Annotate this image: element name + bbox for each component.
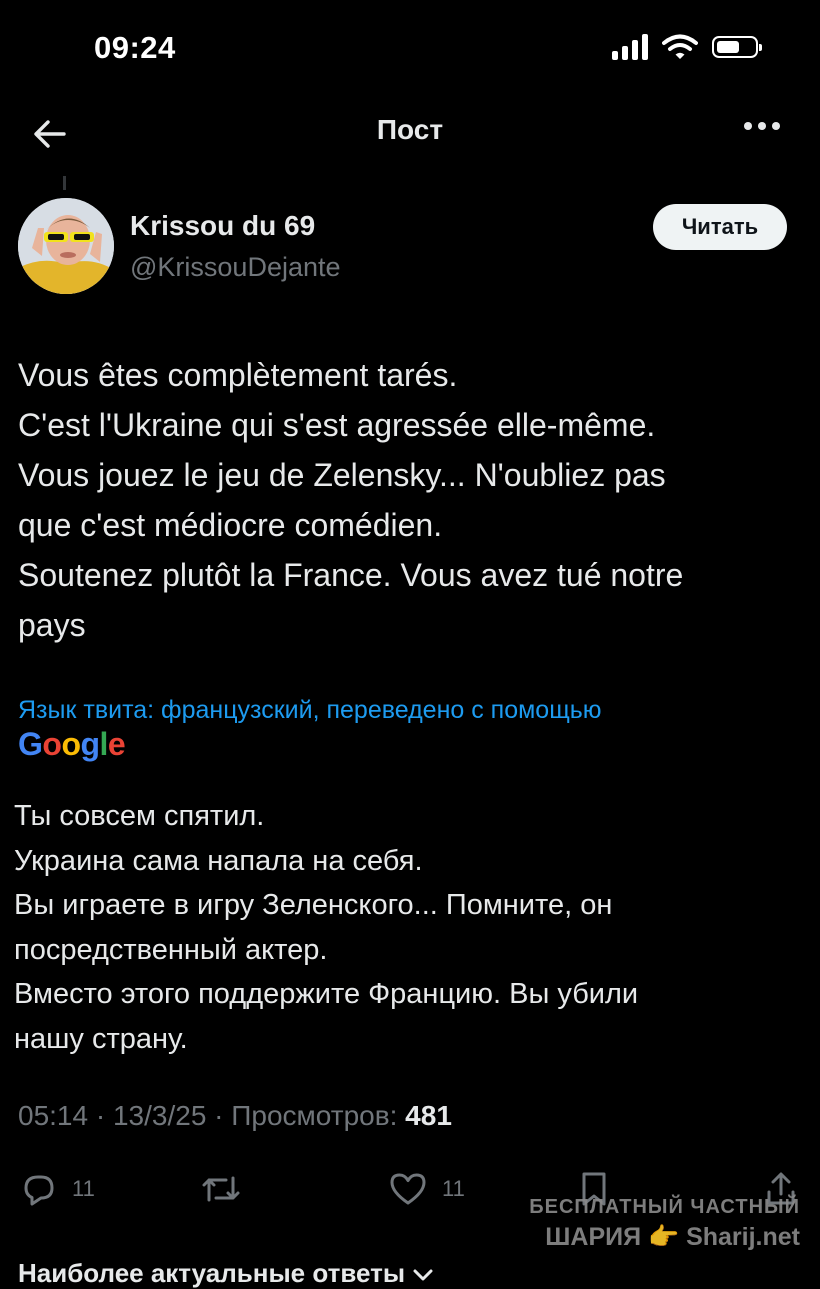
watermark-line-1: БЕСПЛАТНЫЙ ЧАСТНЫЙ xyxy=(529,1196,800,1218)
tweet-line: Vous jouez le jeu de Zelensky... N'oubli… xyxy=(18,457,666,493)
google-logo-letter: o xyxy=(61,726,81,762)
tweet-line: Vous êtes complètement tarés. xyxy=(18,357,458,393)
author-name[interactable]: Krissou du 69 xyxy=(130,210,315,242)
google-logo-letter: l xyxy=(99,726,109,762)
retweet-icon xyxy=(202,1176,240,1202)
tweet-line: C'est l'Ukraine qui s'est agressée elle-… xyxy=(18,407,656,443)
like-count: 11 xyxy=(442,1176,465,1201)
tweet-meta: 05:14 · 13/3/25 · Просмотров: 481 xyxy=(18,1100,452,1131)
views-count[interactable]: 481 xyxy=(405,1100,452,1131)
more-dots-icon xyxy=(744,122,752,130)
chevron-down-icon xyxy=(413,1269,433,1281)
translated-text: Ты совсем спятил. Украина сама напала на… xyxy=(14,794,810,1061)
translated-line: Украина сама напала на себя. xyxy=(14,844,423,877)
translated-line: Вместо этого поддержите Францию. Вы убил… xyxy=(14,978,639,1010)
translated-line: Вы играете в игру Зеленского... Помните,… xyxy=(14,889,613,921)
more-options-button[interactable] xyxy=(744,122,780,130)
replies-sort-dropdown[interactable]: Наиболее актуальные ответы xyxy=(18,1258,434,1289)
translated-line: Ты совсем спятил. xyxy=(14,800,265,832)
page-title: Пост xyxy=(376,114,444,145)
tweet-date[interactable]: 13/3/25 xyxy=(113,1100,206,1131)
battery-icon xyxy=(712,36,762,58)
google-logo: Google xyxy=(18,726,126,763)
thread-connector xyxy=(63,176,66,190)
tweet-text: Vous êtes complètement tarés. C'est l'Uk… xyxy=(18,350,808,650)
tweet-time[interactable]: 05:14 xyxy=(18,1100,88,1131)
wifi-icon xyxy=(662,34,698,59)
status-bar: 09:24 xyxy=(0,0,820,100)
avatar[interactable] xyxy=(18,198,114,294)
reply-icon xyxy=(24,1175,54,1206)
reply-button[interactable]: 11 xyxy=(20,1170,95,1208)
replies-sort-label: Наиболее актуальные ответы xyxy=(18,1258,406,1288)
retweet-button[interactable] xyxy=(200,1170,242,1208)
like-button[interactable]: 11 xyxy=(388,1170,465,1208)
cellular-signal-icon xyxy=(612,34,648,60)
google-logo-letter: o xyxy=(42,726,62,762)
views-label: Просмотров: xyxy=(231,1100,398,1131)
translated-line: нашу страну. xyxy=(14,1022,188,1055)
follow-button[interactable]: Читать xyxy=(653,204,787,250)
google-logo-letter: e xyxy=(107,726,126,762)
avatar-image xyxy=(18,198,114,294)
heart-icon xyxy=(390,1173,426,1205)
translated-line: посредственный актер. xyxy=(14,933,328,966)
tweet-line: Soutenez plutôt la France. Vous avez tué… xyxy=(18,557,684,593)
tweet-line: que c'est médiocre comédien. xyxy=(18,507,443,543)
tweet-line: pays xyxy=(18,607,86,643)
status-time: 09:24 xyxy=(94,30,176,65)
translation-label[interactable]: Язык твита: французский, переведено с по… xyxy=(18,696,602,725)
nav-header: Пост xyxy=(0,100,820,176)
watermark: БЕСПЛАТНЫЙ ЧАСТНЫЙ ШАРИЯ 👉 Sharij.net xyxy=(529,1196,800,1252)
watermark-line-2: ШАРИЯ 👉 Sharij.net xyxy=(545,1223,800,1251)
google-logo-letter: G xyxy=(18,726,43,762)
status-icons xyxy=(612,34,762,60)
reply-count: 11 xyxy=(72,1176,95,1201)
author-handle[interactable]: @KrissouDejante xyxy=(130,252,341,283)
google-logo-letter: g xyxy=(80,726,100,762)
